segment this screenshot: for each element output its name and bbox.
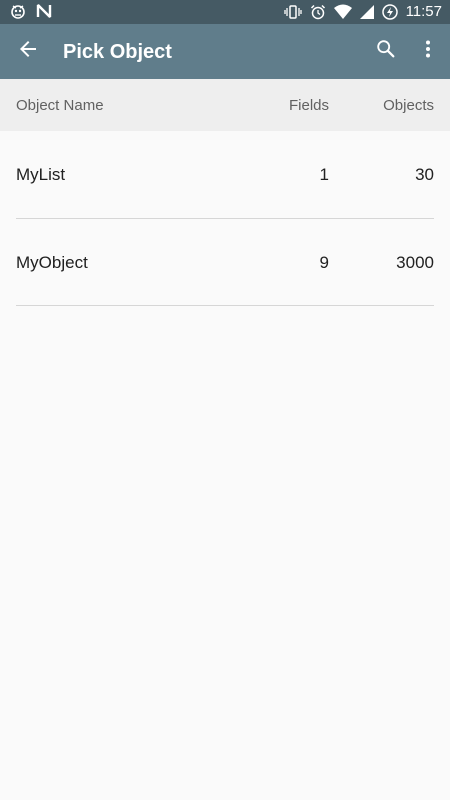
search-icon [375,38,397,65]
more-vert-icon [416,37,440,66]
more-options-button[interactable] [406,29,450,73]
notification-app-icon [10,3,26,19]
table-row[interactable]: MyList 1 30 [0,131,450,219]
column-header-name[interactable]: Object Name [16,96,104,116]
object-fields-count: 1 [319,165,329,184]
status-time: 11:57 [405,3,442,20]
table-header: Object Name Fields Objects [0,79,450,131]
alarm-icon [310,4,326,20]
page-title: Pick Object [63,41,172,63]
notification-n-icon [36,3,52,19]
object-objects-count: 3000 [396,252,434,272]
status-bar: 11:57 [0,0,450,24]
wifi-icon [333,4,352,20]
object-name: MyObject [16,252,88,272]
vibrate-icon [283,4,302,20]
object-objects-count: 30 [415,165,434,184]
search-button[interactable] [364,29,408,73]
object-name: MyList [16,165,66,184]
back-arrow-icon [16,37,40,66]
column-header-objects[interactable]: Objects [383,96,434,116]
app-bar: Pick Object [0,24,450,79]
table-row[interactable]: MyObject 9 3000 [0,219,450,306]
object-fields-count: 9 [319,252,329,272]
row-divider [16,305,434,306]
object-list: MyList 1 30 MyObject 9 3000 [0,131,450,306]
battery-charging-icon [381,4,398,20]
back-button[interactable] [6,29,50,73]
column-header-fields[interactable]: Fields [289,96,329,116]
signal-icon [359,4,374,20]
